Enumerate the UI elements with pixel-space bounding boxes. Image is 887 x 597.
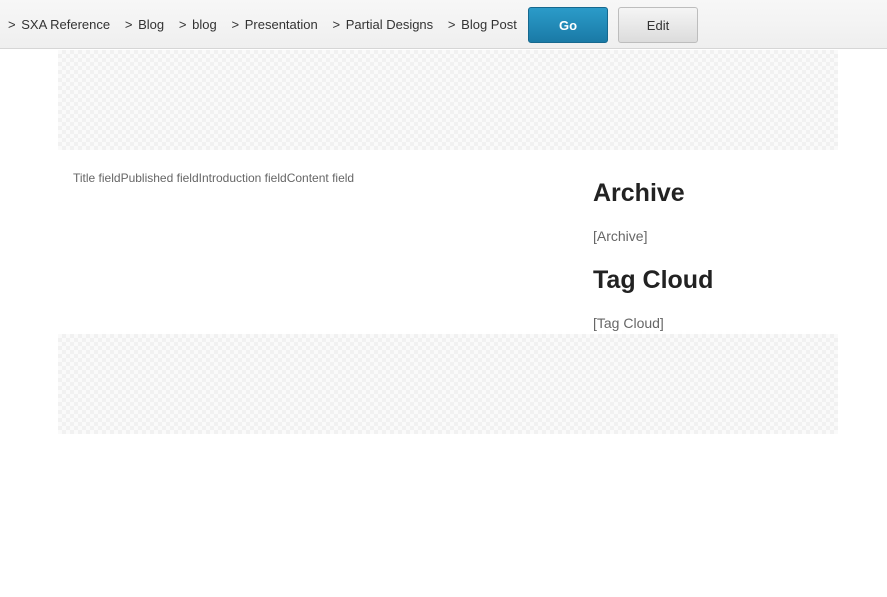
tag-cloud-heading: Tag Cloud [593, 266, 714, 294]
introduction-field[interactable]: Introduction field [199, 171, 287, 185]
breadcrumb-item-blog-post[interactable]: > Blog Post [433, 17, 517, 32]
post-fields: Title fieldPublished fieldIntroduction f… [73, 171, 354, 185]
edit-button[interactable]: Edit [618, 7, 698, 43]
chevron-right-icon: > [7, 17, 16, 32]
breadcrumb-item-label: Blog [138, 17, 165, 32]
archive-heading: Archive [593, 179, 685, 207]
breadcrumb-item-blog[interactable]: > Blog [110, 17, 164, 32]
content-field[interactable]: Content field [287, 171, 354, 185]
chevron-right-icon: > [231, 17, 240, 32]
breadcrumb: g > SXA Reference > Blog > blog > Presen… [0, 0, 517, 49]
breadcrumb-item-label: Partial Designs [345, 17, 434, 32]
footer-placeholder[interactable] [58, 334, 838, 434]
breadcrumb-item-blog-lower[interactable]: > blog [164, 17, 217, 32]
tag-cloud-placeholder[interactable]: [Tag Cloud] [593, 314, 833, 332]
chevron-right-icon: > [447, 17, 456, 32]
breadcrumb-item-presentation[interactable]: > Presentation [217, 17, 318, 32]
go-button[interactable]: Go [528, 7, 608, 43]
breadcrumb-item-label: Presentation [244, 17, 318, 32]
breadcrumb-item-sxa-reference[interactable]: > SXA Reference [0, 17, 110, 32]
archive-placeholder[interactable]: [Archive] [593, 227, 833, 245]
chevron-right-icon: > [124, 17, 133, 32]
top-toolbar: g > SXA Reference > Blog > blog > Presen… [0, 0, 887, 49]
published-field[interactable]: Published field [121, 171, 199, 185]
breadcrumb-item-label: Blog Post [461, 17, 517, 32]
chevron-right-icon: > [332, 17, 341, 32]
breadcrumb-item-label: SXA Reference [21, 17, 111, 32]
breadcrumb-item-partial-designs[interactable]: > Partial Designs [318, 17, 433, 32]
title-field[interactable]: Title field [73, 171, 121, 185]
header-placeholder[interactable] [58, 50, 838, 150]
sidebar: Archive [Archive] Tag Cloud [Tag Cloud] [593, 176, 833, 350]
chevron-right-icon: > [178, 17, 187, 32]
breadcrumb-item-label: blog [192, 17, 217, 32]
